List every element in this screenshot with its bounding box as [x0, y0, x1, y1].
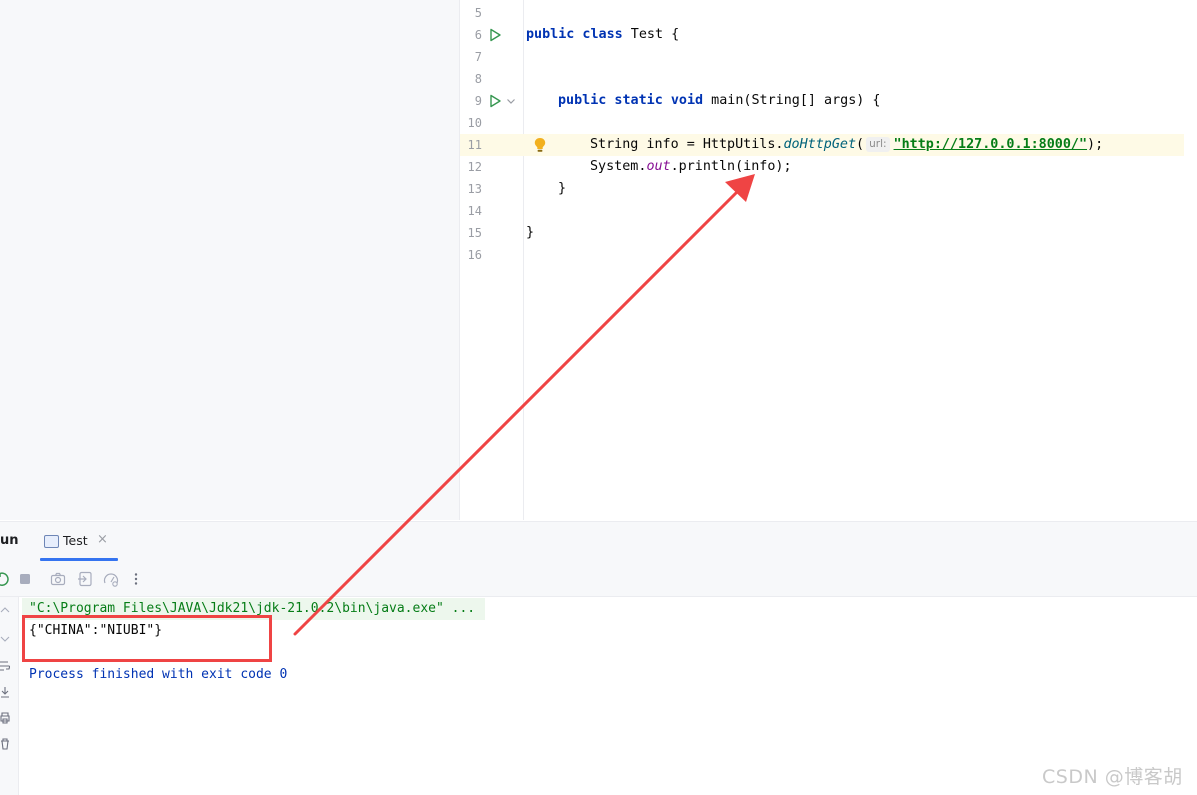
line-number: 8: [474, 72, 482, 86]
code-text: );: [1087, 137, 1104, 152]
tool-window-title: un: [0, 533, 19, 548]
code-line-println: System.out.println(info);: [590, 156, 792, 178]
trash-icon[interactable]: [0, 738, 10, 750]
closing-brace: }: [558, 181, 567, 196]
stop-icon[interactable]: [17, 571, 33, 587]
run-tool-window-header: [0, 521, 1197, 563]
static-method-name: doHttpGet: [783, 137, 857, 152]
more-vertical-icon[interactable]: [128, 571, 144, 587]
code-line-main-decl: public static void main(String[] args) {: [558, 90, 881, 112]
code-text: (: [856, 137, 865, 152]
active-tab-indicator: [40, 558, 118, 561]
line-number: 13: [467, 182, 482, 196]
tab-label: Test: [63, 533, 88, 548]
method-signature: main(String[] args) {: [703, 93, 881, 108]
code-text: System.: [590, 159, 647, 174]
code-editor[interactable]: [524, 0, 1197, 520]
restore-layout-icon[interactable]: [77, 571, 93, 587]
run-config-icon: [44, 535, 59, 548]
line-number: 5: [474, 6, 482, 20]
console-exit-message: Process finished with exit code 0: [29, 667, 288, 682]
scroll-to-end-icon[interactable]: [0, 686, 10, 698]
line-number: 12: [467, 160, 482, 174]
run-gutter-icon[interactable]: [488, 94, 502, 108]
arrow-down-icon[interactable]: [0, 634, 10, 644]
parameter-hint: url:: [866, 137, 890, 152]
camera-icon[interactable]: [50, 571, 66, 587]
line-number: 11: [467, 138, 482, 152]
run-toolbar: [0, 562, 1197, 597]
arrow-up-icon[interactable]: [0, 606, 10, 616]
code-line-http-call: String info = HttpUtils.doHttpGet(url: "h…: [590, 134, 1103, 156]
annotation-box: [22, 615, 272, 662]
keyword: public static void: [558, 93, 704, 108]
line-number: 7: [474, 50, 482, 64]
static-field: out: [646, 159, 671, 174]
thread-dump-icon[interactable]: [103, 571, 119, 587]
line-number: 14: [467, 204, 482, 218]
code-text: .println(info);: [670, 159, 792, 174]
print-icon[interactable]: [0, 712, 10, 724]
left-empty-pane: [0, 0, 460, 520]
code-line-class-decl: public class Test {: [526, 24, 679, 46]
line-number: 6: [474, 28, 482, 42]
close-icon[interactable]: ×: [97, 532, 108, 547]
line-number: 16: [467, 248, 482, 262]
soft-wrap-icon[interactable]: [0, 660, 10, 672]
keyword: public class: [526, 27, 623, 42]
rerun-icon[interactable]: [0, 571, 10, 587]
lightbulb-icon[interactable]: [533, 137, 547, 153]
class-name: Test {: [622, 27, 680, 42]
line-number: 9: [474, 94, 482, 108]
run-gutter-icon[interactable]: [488, 28, 502, 42]
code-text: String info = HttpUtils.: [590, 137, 784, 152]
closing-brace: }: [526, 225, 535, 240]
url-string-literal[interactable]: "http://127.0.0.1:8000/": [894, 137, 1087, 152]
watermark: CSDN @博客胡: [1042, 766, 1183, 788]
fold-chevron-icon[interactable]: [506, 96, 516, 106]
line-number: 10: [467, 116, 482, 130]
line-number: 15: [467, 226, 482, 240]
